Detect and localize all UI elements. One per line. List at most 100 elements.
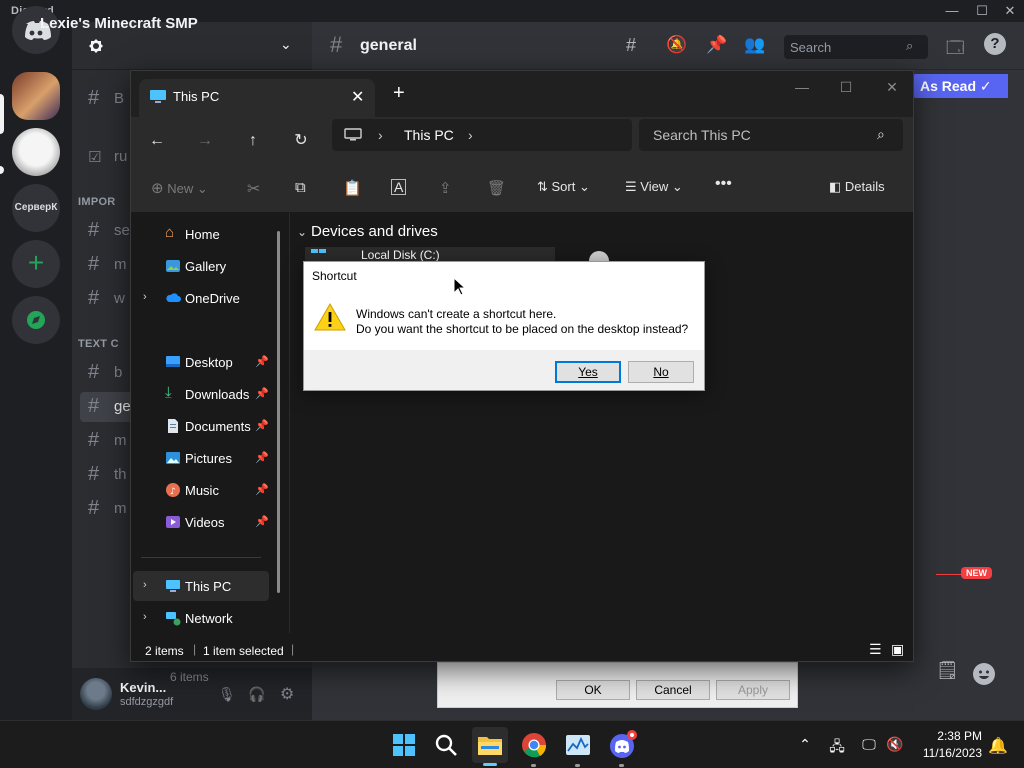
close-icon[interactable]: ✕ — [1000, 2, 1020, 20]
dialog-title-bar[interactable]: Shortcut — [304, 262, 704, 290]
username: Kevin... — [120, 680, 167, 695]
share-icon[interactable]: ⇪ — [439, 179, 452, 199]
expand-chevron-icon: › — [143, 291, 147, 303]
properties-apply-button[interactable]: Apply — [716, 680, 790, 700]
collapse-chevron-icon[interactable]: ⌄ — [297, 225, 307, 239]
pin-icon[interactable]: 📌 — [706, 35, 727, 55]
documents-icon — [168, 419, 178, 433]
chrome-icon[interactable] — [516, 727, 552, 763]
minimize-icon[interactable]: — — [942, 2, 962, 20]
dvd-drive-icon[interactable] — [589, 251, 609, 261]
explorer-search-input[interactable]: Search This PC ⌕ — [639, 119, 903, 151]
notifications-bell-icon[interactable]: 🔔 — [988, 736, 1008, 755]
section-devices-and-drives[interactable]: Devices and drives — [311, 223, 438, 240]
nav-item-pictures[interactable]: Pictures 📌 — [133, 443, 269, 473]
back-arrow-icon[interactable]: ← — [143, 127, 171, 155]
cut-icon[interactable]: ✂ — [247, 179, 260, 199]
sort-button[interactable]: ⇅ Sort ⌄ — [537, 179, 590, 199]
add-server-icon[interactable]: + — [12, 240, 60, 288]
tiles-view-icon[interactable]: ▣ — [891, 641, 904, 658]
chevron-down-icon: ⌄ — [280, 36, 292, 52]
explorer-minimize-icon[interactable]: — — [787, 79, 817, 95]
explorer-close-icon[interactable]: ✕ — [877, 79, 907, 95]
explore-servers-icon[interactable] — [12, 296, 60, 344]
file-explorer-taskbar-icon[interactable] — [472, 727, 508, 763]
refresh-icon[interactable]: ↻ — [287, 127, 315, 155]
nav-item-documents[interactable]: Documents 📌 — [133, 411, 269, 441]
explorer-maximize-icon[interactable]: ☐ — [831, 79, 861, 95]
display-icon[interactable]: 🖵 — [860, 736, 878, 754]
server-icon-lexies-smp[interactable] — [12, 72, 60, 120]
copy-icon[interactable]: ⧉ — [295, 179, 306, 199]
nav-item-music[interactable]: ♪ Music 📌 — [133, 475, 269, 505]
threads-icon[interactable]: # — [626, 35, 636, 56]
delete-icon[interactable]: 🗑 — [487, 179, 506, 199]
pin-icon: 📌 — [255, 452, 269, 464]
emoji-icon[interactable] — [972, 662, 996, 686]
discord-taskbar-icon[interactable] — [604, 727, 640, 763]
mark-as-read-button[interactable]: As Read ✓ — [912, 74, 1008, 98]
member-list-icon[interactable]: 👥 — [744, 35, 765, 55]
no-button[interactable]: No — [628, 361, 694, 383]
volume-muted-icon[interactable]: 🔇 — [886, 736, 904, 754]
server-icon-serverk[interactable]: СерверК — [12, 184, 60, 232]
maximize-icon[interactable]: ☐ — [972, 2, 992, 20]
taskbar-search-icon[interactable] — [428, 727, 464, 763]
home-icon: ⌂ — [165, 224, 175, 241]
nav-item-gallery[interactable]: Gallery — [133, 251, 269, 281]
shortcut-dialog: Shortcut Windows can't create a shortcut… — [303, 261, 705, 391]
computer-icon — [344, 128, 362, 141]
pin-icon: 📌 — [255, 484, 269, 496]
up-arrow-icon[interactable]: ↑ — [239, 127, 267, 155]
mute-notifications-icon[interactable]: 🔕 — [666, 35, 687, 55]
breadcrumb-this-pc: This PC — [404, 127, 454, 143]
paste-icon[interactable]: 📋 — [343, 179, 362, 199]
forward-arrow-icon[interactable]: → — [191, 127, 219, 155]
server-icon-cat[interactable] — [12, 128, 60, 176]
new-button[interactable]: ⊕ New ⌄ — [151, 179, 208, 199]
drive-tile-local-disk[interactable]: Local Disk (C:) — [305, 247, 555, 262]
address-bar[interactable]: › This PC › — [332, 119, 632, 151]
nav-item-onedrive[interactable]: › OneDrive — [133, 283, 269, 313]
avatar[interactable] — [80, 678, 112, 710]
category-text-channels[interactable]: TEXT C — [78, 338, 119, 350]
nav-item-downloads[interactable]: ⤓ Downloads 📌 — [133, 379, 269, 409]
windows-start-icon[interactable] — [386, 727, 422, 763]
inbox-icon[interactable]: 🗔 — [946, 35, 964, 64]
clock-date[interactable]: 11/16/2023 — [914, 746, 982, 760]
show-hidden-icons-chevron-icon[interactable]: ⌃ — [796, 736, 814, 754]
network-disconnected-icon[interactable]: 🖧 — [828, 736, 846, 754]
rename-icon[interactable]: A — [391, 179, 407, 195]
microphone-icon[interactable]: 🎙 — [218, 686, 236, 703]
discord-search-input[interactable]: Search ⌕ — [784, 35, 928, 59]
help-icon[interactable]: ? — [984, 33, 1006, 55]
nav-item-desktop[interactable]: Desktop 📌 — [133, 347, 269, 377]
gallery-icon — [166, 260, 180, 272]
nav-item-this-pc-selected[interactable]: › This PC — [133, 571, 269, 601]
navigation-scrollbar[interactable] — [277, 231, 280, 593]
sticker-icon[interactable]: 🗒 — [936, 660, 959, 684]
details-view-icon[interactable]: ☰ — [869, 641, 882, 658]
view-button[interactable]: ☰ View ⌄ — [625, 179, 683, 199]
desktop-icon — [166, 356, 180, 367]
new-tab-icon[interactable]: + — [393, 83, 405, 103]
pin-icon: 📌 — [255, 516, 269, 528]
properties-cancel-button[interactable]: Cancel — [636, 680, 710, 700]
nav-item-videos[interactable]: Videos 📌 — [133, 507, 269, 537]
new-badge: NEW — [961, 567, 992, 579]
properties-ok-button[interactable]: OK — [556, 680, 630, 700]
clock-time[interactable]: 2:38 PM — [930, 729, 982, 743]
running-indicator — [575, 764, 580, 767]
close-tab-icon[interactable]: ✕ — [351, 87, 364, 107]
headphones-icon[interactable]: 🎧 — [248, 686, 265, 703]
more-options-icon[interactable]: ••• — [715, 175, 732, 195]
details-pane-button[interactable]: ◧ Details — [829, 179, 885, 199]
category-important[interactable]: IMPOR — [78, 196, 116, 208]
yes-button[interactable]: Yes — [555, 361, 621, 383]
nav-item-network[interactable]: › Network — [133, 603, 269, 633]
nav-item-home[interactable]: ⌂ Home — [133, 219, 269, 249]
explorer-tab-this-pc[interactable]: This PC ✕ — [139, 79, 375, 117]
task-manager-icon[interactable] — [560, 727, 596, 763]
dialog-title: Shortcut — [312, 269, 357, 283]
user-settings-gear-icon[interactable]: ⚙ — [280, 684, 294, 704]
